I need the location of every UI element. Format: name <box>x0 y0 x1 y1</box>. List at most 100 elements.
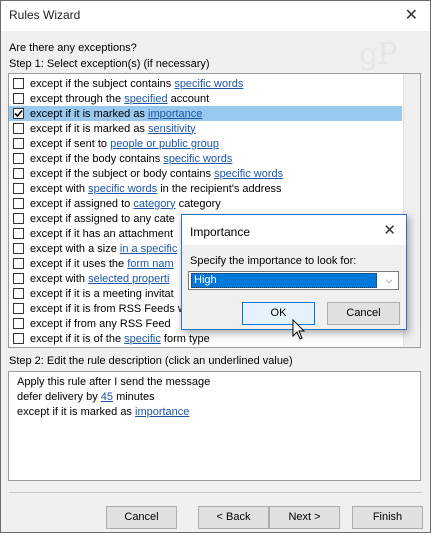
window-title: Rules Wizard <box>9 8 81 22</box>
exception-link[interactable]: category <box>133 198 175 210</box>
exceptions-question: Are there any exceptions? <box>9 42 137 54</box>
dialog-title: Importance <box>190 225 251 239</box>
description-text: except if it is marked as <box>17 406 135 418</box>
exception-link[interactable]: specific words <box>88 183 157 195</box>
exception-checkbox[interactable] <box>13 273 24 284</box>
importance-label: Specify the importance to look for: <box>190 255 357 267</box>
exception-text: except if it is marked as <box>30 107 148 120</box>
exception-checkbox[interactable] <box>13 318 24 329</box>
exception-row[interactable]: except if it is of the specific form typ… <box>9 331 402 346</box>
exception-checkbox[interactable] <box>13 168 24 179</box>
exception-label: except if it is a meeting invitat <box>30 288 174 300</box>
exception-link[interactable]: specific words <box>214 168 283 180</box>
exception-text: except if it is from RSS Feeds w <box>30 302 186 315</box>
exception-text: except if it is of the <box>30 332 125 345</box>
exception-label: except if it uses the form nam <box>30 258 174 270</box>
exception-checkbox[interactable] <box>13 108 24 119</box>
exception-link[interactable]: specific <box>124 333 161 345</box>
exception-checkbox[interactable] <box>13 183 24 194</box>
exception-checkbox[interactable] <box>13 78 24 89</box>
exception-text: except if the body contains <box>30 152 164 165</box>
close-icon[interactable]: ✕ <box>405 5 418 25</box>
exception-checkbox[interactable] <box>13 123 24 134</box>
chevron-down-icon[interactable]: ⌵ <box>382 273 396 288</box>
exception-row[interactable]: except if assigned to category category <box>9 196 402 211</box>
exception-row[interactable]: except if it is marked as sensitivity <box>9 121 402 136</box>
exception-checkbox[interactable] <box>13 243 24 254</box>
exception-link[interactable]: specified <box>124 93 167 105</box>
exception-text: except with a size <box>30 242 120 255</box>
exception-text: category <box>175 197 221 210</box>
exception-checkbox[interactable] <box>13 213 24 224</box>
description-text: defer delivery by <box>17 391 101 403</box>
exception-checkbox[interactable] <box>13 198 24 209</box>
description-line-2: defer delivery by 45 minutes <box>17 391 155 403</box>
exception-checkbox[interactable] <box>13 228 24 239</box>
exception-label: except if assigned to any cate <box>30 213 175 225</box>
check-icon <box>14 109 23 118</box>
exception-link[interactable]: people or public group <box>110 138 219 150</box>
exception-link[interactable]: specific words <box>163 153 232 165</box>
exception-label: except if it is marked as sensitivity <box>30 123 196 135</box>
dialog-title-bar: Importance ✕ <box>182 215 406 245</box>
defer-minutes-link[interactable]: 45 <box>101 391 113 403</box>
next-button[interactable]: Next > <box>269 506 340 529</box>
importance-select[interactable]: High ⌵ <box>188 271 399 290</box>
dialog-cancel-button[interactable]: Cancel <box>327 302 400 325</box>
exception-text: except if sent to <box>30 137 111 150</box>
exception-link[interactable]: importance <box>148 108 202 120</box>
exception-link[interactable]: selected properti <box>88 273 169 285</box>
exception-label: except through the specified account <box>30 93 209 105</box>
cancel-button[interactable]: Cancel <box>106 506 177 529</box>
exception-row[interactable]: except if the body contains specific wor… <box>9 151 402 166</box>
importance-selected-value: High <box>191 273 377 288</box>
exception-text: except with <box>30 182 89 195</box>
exception-checkbox[interactable] <box>13 333 24 344</box>
exception-row[interactable]: except if the subject or body contains s… <box>9 166 402 181</box>
exception-label: except if it is from RSS Feeds w <box>30 303 186 315</box>
back-button[interactable]: < Back <box>198 506 269 529</box>
exception-text: except if it is marked as <box>30 122 148 135</box>
exception-text: except if it has an attachment <box>30 227 174 240</box>
exception-link[interactable]: specific words <box>174 78 243 90</box>
importance-link[interactable]: importance <box>135 406 189 418</box>
exception-text: except if the subject contains <box>30 77 175 90</box>
rule-description-box: Apply this rule after I send the message… <box>8 371 421 481</box>
importance-dialog: Importance ✕ Specify the importance to l… <box>181 214 407 330</box>
exception-text: except if the subject or body contains <box>30 167 215 180</box>
exception-link[interactable]: in a specific <box>120 243 177 255</box>
exception-checkbox[interactable] <box>13 258 24 269</box>
exception-row[interactable]: except if the subject contains specific … <box>9 76 402 91</box>
exception-label: except if the subject or body contains s… <box>30 168 283 180</box>
exception-row[interactable]: except with specific words in the recipi… <box>9 181 402 196</box>
exception-label: except if sent to people or public group <box>30 138 219 150</box>
exception-checkbox[interactable] <box>13 303 24 314</box>
exception-checkbox[interactable] <box>13 93 24 104</box>
rules-wizard-window: Rules Wizard ✕ gP Are there any exceptio… <box>0 0 431 533</box>
exception-label: except if the subject contains specific … <box>30 78 243 90</box>
description-text: Apply this rule after I send the message <box>17 376 211 388</box>
mouse-pointer-icon <box>292 319 306 340</box>
title-bar: Rules Wizard ✕ <box>1 1 430 31</box>
exception-row[interactable]: except if sent to people or public group <box>9 136 402 151</box>
description-line-1: Apply this rule after I send the message <box>17 376 210 388</box>
exception-text: in the recipient's address <box>157 182 282 195</box>
step1-label: Step 1: Select exception(s) (if necessar… <box>9 58 210 70</box>
close-icon[interactable]: ✕ <box>383 221 396 239</box>
step2-label: Step 2: Edit the rule description (click… <box>9 355 293 367</box>
exception-label: except with selected properti <box>30 273 169 285</box>
exception-link[interactable]: form nam <box>127 258 173 270</box>
separator <box>9 492 422 493</box>
exception-label: except if it has an attachment <box>30 228 173 240</box>
exception-link[interactable]: sensitivity <box>148 123 196 135</box>
exception-label: except with a size in a specific <box>30 243 177 255</box>
exception-checkbox[interactable] <box>13 138 24 149</box>
description-text: minutes <box>113 391 155 403</box>
exception-row[interactable]: except through the specified account <box>9 91 402 106</box>
exception-row[interactable]: except if it is marked as importance <box>9 106 402 121</box>
exception-label: except if it is marked as importance <box>30 108 202 120</box>
finish-button[interactable]: Finish <box>352 506 423 529</box>
exception-checkbox[interactable] <box>13 153 24 164</box>
exception-label: except if it is of the specific form typ… <box>30 333 210 345</box>
exception-checkbox[interactable] <box>13 288 24 299</box>
